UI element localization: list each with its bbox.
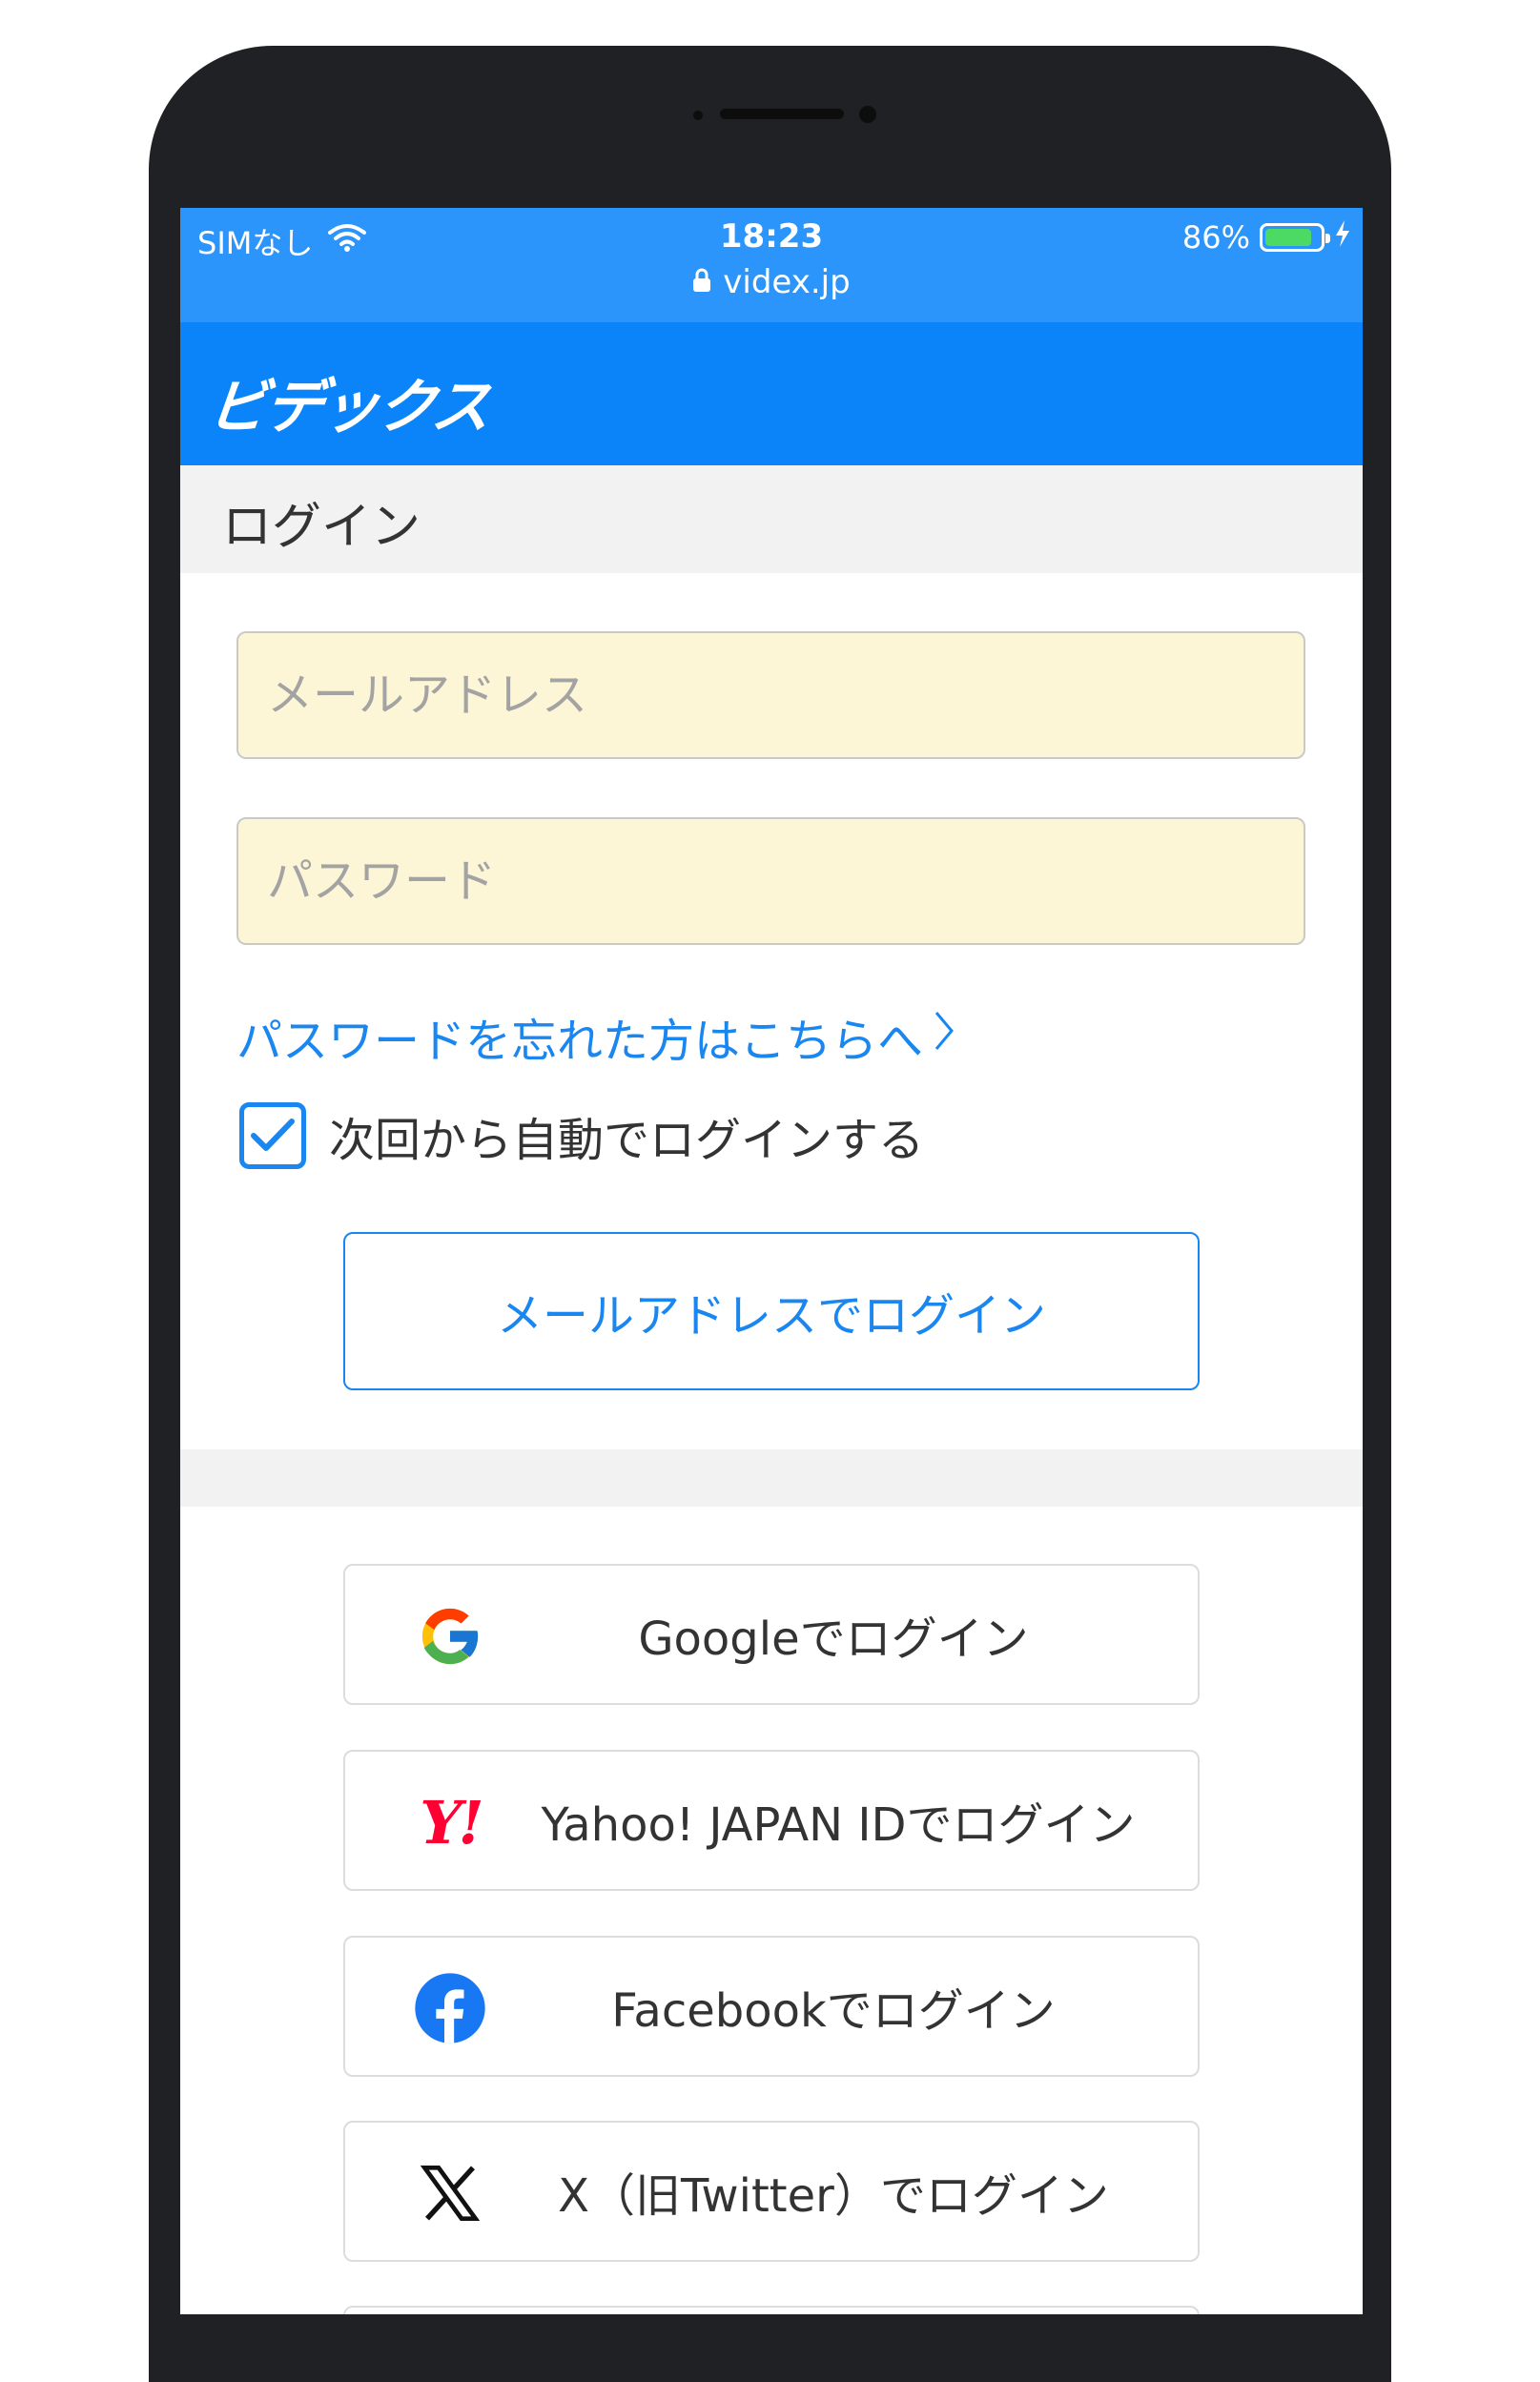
app-header: ビデックス [180, 322, 1363, 465]
screen: SIMなし 18:23 videx.jp 86% ビデックス ログイン メールア… [180, 208, 1363, 2314]
battery-icon [1260, 223, 1330, 252]
x-login-button[interactable]: X（旧Twitter）でログイン [343, 2121, 1200, 2262]
page-title: ログイン [222, 499, 421, 556]
google-login-button[interactable]: Googleでログイン [343, 1564, 1200, 1705]
checkmark-icon [251, 1119, 295, 1151]
url-text: videx.jp [723, 263, 851, 301]
forgot-password-label: パスワードを忘れた方はこちらへ [236, 1015, 924, 1068]
section-divider [180, 1449, 1363, 1507]
earpiece [720, 109, 844, 119]
yahoo-login-button[interactable]: Y! Yahoo! JAPAN IDでログイン [343, 1750, 1200, 1891]
charging-bolt-icon [1334, 219, 1351, 256]
url-indicator: videx.jp [180, 263, 1363, 301]
remember-me[interactable]: 次回から自動でログインする [239, 1102, 924, 1169]
battery-indicator: 86% [1182, 219, 1351, 256]
battery-percent: 86% [1181, 219, 1250, 256]
battery-fill [1265, 229, 1312, 246]
videx-logo[interactable]: ビデックス [204, 359, 493, 444]
yahoo-logo-text: Y! [420, 1787, 484, 1858]
forgot-password-link[interactable]: パスワードを忘れた方はこちらへ [236, 1003, 955, 1070]
yahoo-login-label: Yahoo! JAPAN IDでログイン [541, 1798, 1136, 1852]
facebook-icon [412, 1970, 488, 2046]
google-icon [412, 1598, 488, 1674]
yahoo-japan-icon: Y! [404, 1784, 496, 1860]
email-login-button[interactable]: メールアドレスでログイン [343, 1232, 1200, 1390]
more-login-button[interactable] [343, 2306, 1200, 2314]
remember-label: 次回から自動でログインする [329, 1114, 925, 1167]
x-login-label: X（旧Twitter）でログイン [558, 2169, 1109, 2223]
google-login-label: Googleでログイン [638, 1612, 1029, 1666]
lock-icon [692, 263, 711, 301]
x-icon [412, 2155, 488, 2231]
password-field[interactable] [236, 817, 1305, 945]
front-camera [859, 106, 876, 123]
remember-checkbox[interactable] [239, 1102, 306, 1169]
login-section-header: ログイン [180, 465, 1363, 573]
facebook-login-label: Facebookでログイン [611, 1984, 1056, 2038]
facebook-login-button[interactable]: Facebookでログイン [343, 1936, 1200, 2077]
sensor-dot [693, 111, 703, 120]
email-field[interactable] [236, 631, 1305, 759]
status-bar: SIMなし 18:23 videx.jp 86% [180, 208, 1363, 322]
chevron-right-icon [933, 1007, 955, 1066]
battery-cap [1325, 234, 1330, 243]
